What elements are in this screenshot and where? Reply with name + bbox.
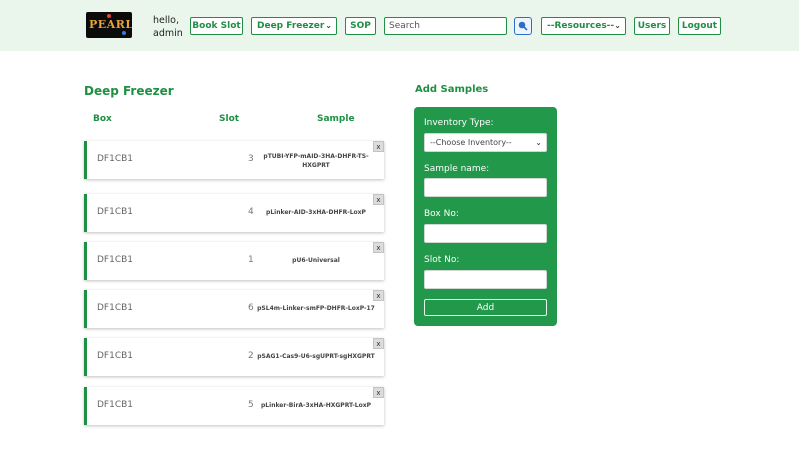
row-slot: 6 xyxy=(248,303,254,313)
chevron-down-icon: ⌄ xyxy=(614,21,621,30)
row-box: DF1CB1 xyxy=(97,207,134,217)
logo-text: PEARL xyxy=(89,18,132,31)
row-slot: 5 xyxy=(248,400,254,410)
row-box: DF1CB1 xyxy=(97,303,134,313)
box-no-label: Box No: xyxy=(424,209,459,219)
column-header-box: Box xyxy=(93,114,112,124)
row-slot: 4 xyxy=(248,207,254,217)
sample-name-input[interactable] xyxy=(424,178,547,197)
inventory-type-value: --Choose Inventory-- xyxy=(430,138,512,147)
column-header-sample: Sample xyxy=(317,114,355,124)
page-title: Deep Freezer xyxy=(84,84,174,98)
sop-button[interactable]: SOP xyxy=(345,17,376,35)
sample-row: DF1CB1 5 pLinker-BirA-3xHA-HXGPRT-LoxP x xyxy=(84,387,384,425)
row-slot: 2 xyxy=(248,351,254,361)
chevron-down-icon: ⌄ xyxy=(535,138,542,147)
logout-button[interactable]: Logout xyxy=(678,17,721,35)
add-samples-title: Add Samples xyxy=(415,84,489,95)
logo-dot-icon xyxy=(122,31,126,35)
sample-name-label: Sample name: xyxy=(424,164,490,174)
row-sample: pLinker-BirA-3xHA-HXGPRT-LoxP xyxy=(261,402,371,409)
slot-no-input[interactable] xyxy=(424,270,547,289)
user-greeting: hello, admin xyxy=(153,14,183,40)
sample-row: DF1CB1 6 pSL4m-Linker-smFP-DHFR-LoxP-17 … xyxy=(84,290,384,328)
row-sample: pSAG1-Cas9-U6-sgUPRT-sgHXGPRT xyxy=(257,353,375,360)
row-sample: pSL4m-Linker-smFP-DHFR-LoxP-17 xyxy=(257,305,375,312)
add-button[interactable]: Add xyxy=(424,299,547,316)
greeting-username: admin xyxy=(153,28,183,39)
slot-no-label: Slot No: xyxy=(424,255,460,265)
users-button[interactable]: Users xyxy=(634,17,670,35)
pearl-logo[interactable]: PEARL xyxy=(86,12,132,38)
row-box: DF1CB1 xyxy=(97,255,134,265)
remove-row-button[interactable]: x xyxy=(373,242,384,253)
inventory-type-select[interactable]: --Choose Inventory-- ⌄ xyxy=(424,133,547,152)
chevron-down-icon: ⌄ xyxy=(325,21,332,30)
sample-row: DF1CB1 3 pTUBI-YFP-mAID-3HA-DHFR-TS-HXGP… xyxy=(84,141,384,179)
search-input[interactable]: Search xyxy=(384,17,507,35)
sample-row: DF1CB1 2 pSAG1-Cas9-U6-sgUPRT-sgHXGPRT x xyxy=(84,338,384,376)
remove-row-button[interactable]: x xyxy=(373,290,384,301)
deep-freezer-dropdown[interactable]: Deep Freezer ⌄ xyxy=(251,17,337,35)
row-box: DF1CB1 xyxy=(97,400,134,410)
search-icon xyxy=(518,21,528,31)
resources-dropdown[interactable]: --Resources-- ⌄ xyxy=(541,17,626,35)
row-box: DF1CB1 xyxy=(97,351,134,361)
remove-row-button[interactable]: x xyxy=(373,194,384,205)
box-no-input[interactable] xyxy=(424,224,547,243)
sample-row: DF1CB1 1 pU6-Universal x xyxy=(84,242,384,280)
row-sample: pU6-Universal xyxy=(292,257,340,264)
row-slot: 3 xyxy=(248,154,254,164)
remove-row-button[interactable]: x xyxy=(373,387,384,398)
column-header-slot: Slot xyxy=(219,114,240,124)
row-slot: 1 xyxy=(248,255,254,265)
inventory-type-label: Inventory Type: xyxy=(424,118,494,128)
remove-row-button[interactable]: x xyxy=(373,141,384,152)
greeting-hello: hello, xyxy=(153,15,179,26)
book-slot-button[interactable]: Book Slot xyxy=(190,17,243,35)
navbar: PEARL hello, admin Book Slot Deep Freeze… xyxy=(0,0,799,51)
resources-dropdown-label: --Resources-- xyxy=(547,21,615,31)
row-sample: pLinker-AID-3xHA-DHFR-LoxP xyxy=(266,209,366,216)
row-box: DF1CB1 xyxy=(97,154,134,164)
sample-row: DF1CB1 4 pLinker-AID-3xHA-DHFR-LoxP x xyxy=(84,194,384,232)
deep-freezer-dropdown-label: Deep Freezer xyxy=(257,21,325,31)
remove-row-button[interactable]: x xyxy=(373,338,384,349)
row-sample: pTUBI-YFP-mAID-3HA-DHFR-TS-HXGPRT xyxy=(263,153,369,169)
search-button[interactable] xyxy=(514,17,532,35)
add-samples-form: Inventory Type: --Choose Inventory-- ⌄ S… xyxy=(414,107,557,326)
